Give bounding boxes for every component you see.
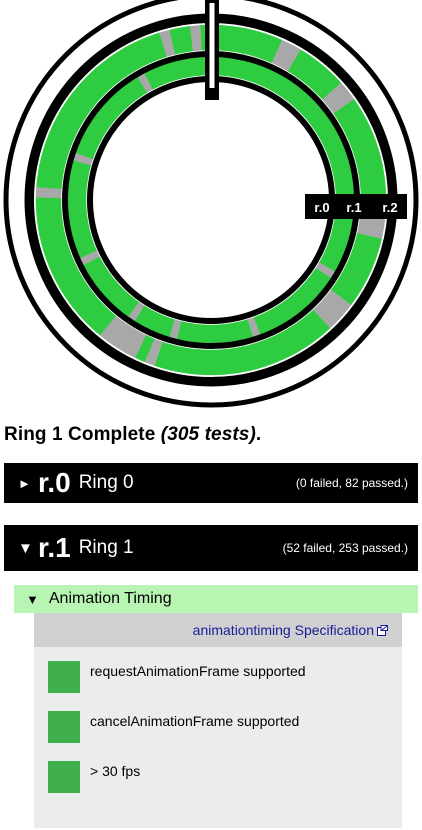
ring-code: r.1 — [38, 532, 71, 563]
ring-r0-cell — [67, 197, 87, 206]
ring-divider-gap — [209, 3, 215, 88]
collapsed-arrow-icon: ► — [18, 475, 31, 491]
test-label: > 30 fps — [90, 763, 141, 779]
ring-code: r.0 — [38, 467, 71, 498]
expanded-arrow-icon: ▼ — [26, 591, 39, 607]
spec-link-label: animationtiming Specification — [192, 622, 374, 638]
section-panel: animationtiming Specification requestAni… — [34, 613, 402, 828]
ring-chart: r.0 r.1 r.2 — [3, 0, 419, 408]
ring-label: r.1 — [346, 200, 361, 215]
test-label: requestAnimationFrame supported — [90, 663, 306, 679]
expanded-arrow-icon: ▼ — [18, 539, 33, 557]
ring-r1-cell — [205, 349, 217, 376]
test-row: > 30 fps — [48, 761, 388, 795]
ring-label: r.0 — [314, 200, 329, 215]
ring-counts: (52 failed, 253 passed.) — [282, 541, 408, 555]
ring-divider-cap — [208, 0, 216, 3]
spec-bar: animationtiming Specification — [34, 613, 402, 647]
test-row: requestAnimationFrame supported — [48, 661, 388, 695]
section-title: Animation Timing — [48, 590, 172, 607]
ring-name: Ring 1 — [78, 537, 134, 558]
ring-r0-cell — [214, 324, 223, 344]
ring-name: Ring 0 — [78, 472, 134, 493]
test-label: cancelAnimationFrame supported — [90, 713, 300, 729]
section-header-animation-timing[interactable]: ▼ Animation Timing — [14, 585, 418, 613]
external-link-icon — [377, 624, 388, 636]
test-status-pass-box — [48, 761, 80, 793]
spec-link[interactable]: animationtiming Specification — [193, 622, 388, 638]
status-test-count: (305 tests) — [160, 424, 256, 445]
test-row: cancelAnimationFrame supported — [48, 711, 388, 745]
test-status-pass-box — [48, 711, 80, 743]
ring-border — [87, 76, 335, 324]
ring-r0-cell — [67, 204, 87, 214]
status-suffix: . — [255, 424, 262, 445]
completion-status: Ring 1 Complete (305 tests). — [4, 424, 261, 446]
status-text: Ring 1 Complete — [4, 424, 161, 445]
test-status-pass-box — [48, 661, 80, 693]
ring-r1-cell — [35, 197, 62, 209]
ring-bar-r1[interactable]: ▼ r.1 Ring 1 (52 failed, 253 passed.) — [4, 525, 418, 571]
ring-r0-cell — [206, 324, 216, 344]
ring-bar-r0[interactable]: ► r.0 Ring 0 (0 failed, 82 passed.) — [4, 463, 418, 503]
ring-counts: (0 failed, 82 passed.) — [295, 476, 408, 490]
ring-label: r.2 — [382, 200, 397, 215]
